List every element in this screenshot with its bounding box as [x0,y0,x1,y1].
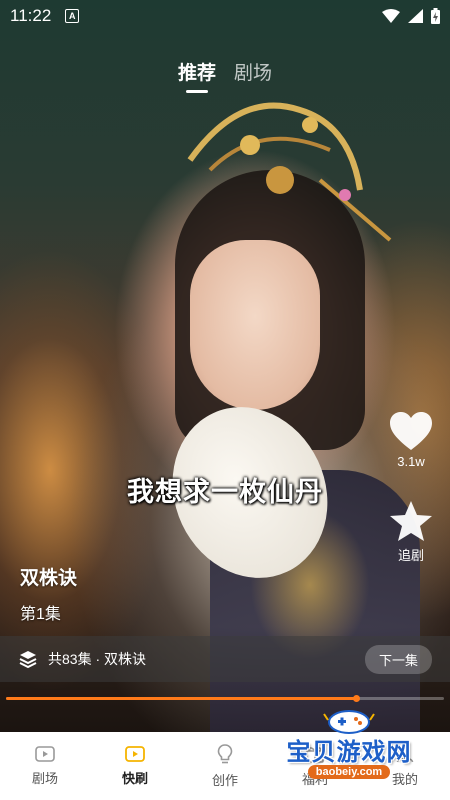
layers-icon [19,651,37,669]
theater-icon [35,745,55,762]
gift-icon [306,746,324,763]
nav-label: 创作 [211,772,238,788]
nav-label: 快刷 [121,770,148,786]
top-tabs: 推荐 剧场 [0,58,450,93]
nav-profile[interactable]: 我的 [360,732,450,800]
nav-quick-play[interactable]: 快刷 [90,732,180,800]
drama-title[interactable]: 双株诀 [20,563,77,590]
follow-drama-label: 追剧 [397,548,424,563]
profile-icon [396,745,414,762]
tab-theater[interactable]: 剧场 [234,58,272,93]
video-subtitle: 我想求一枚仙丹 [127,477,323,507]
create-bulb-icon [217,743,233,763]
video-face [190,240,320,410]
heart-icon [390,412,432,450]
nav-label: 我的 [391,771,418,787]
playback-progress[interactable] [6,695,444,702]
nav-label: 剧场 [31,770,58,786]
tab-recommend[interactable]: 推荐 [178,58,216,93]
episode-label: 第1集 [20,606,61,623]
status-time: 11:22 [10,6,52,25]
notification-icon: A [65,9,80,23]
next-episode-button[interactable]: 下一集 [364,644,432,674]
series-info: 共83集 · 双株诀 [48,651,147,667]
nav-label: 福利 [301,771,328,787]
like-button[interactable]: 3.1w [388,410,434,469]
like-count: 3.1w [397,454,425,469]
status-bar: 11:22 A [0,0,450,32]
series-bar[interactable]: 共83集 · 双株诀 下一集 [0,636,450,682]
wifi-icon [382,9,400,23]
nav-welfare[interactable]: 福利 [270,732,360,800]
signal-icon [408,9,423,23]
status-icons [382,8,440,24]
nav-theater[interactable]: 剧场 [0,732,90,800]
bottom-nav: 剧场 快刷 创作 福利 我的 [0,732,450,800]
nav-create[interactable]: 创作 [180,732,270,800]
video-player[interactable] [0,0,450,732]
battery-icon [431,8,440,24]
quick-play-icon [125,745,145,762]
progress-fill [6,697,357,700]
